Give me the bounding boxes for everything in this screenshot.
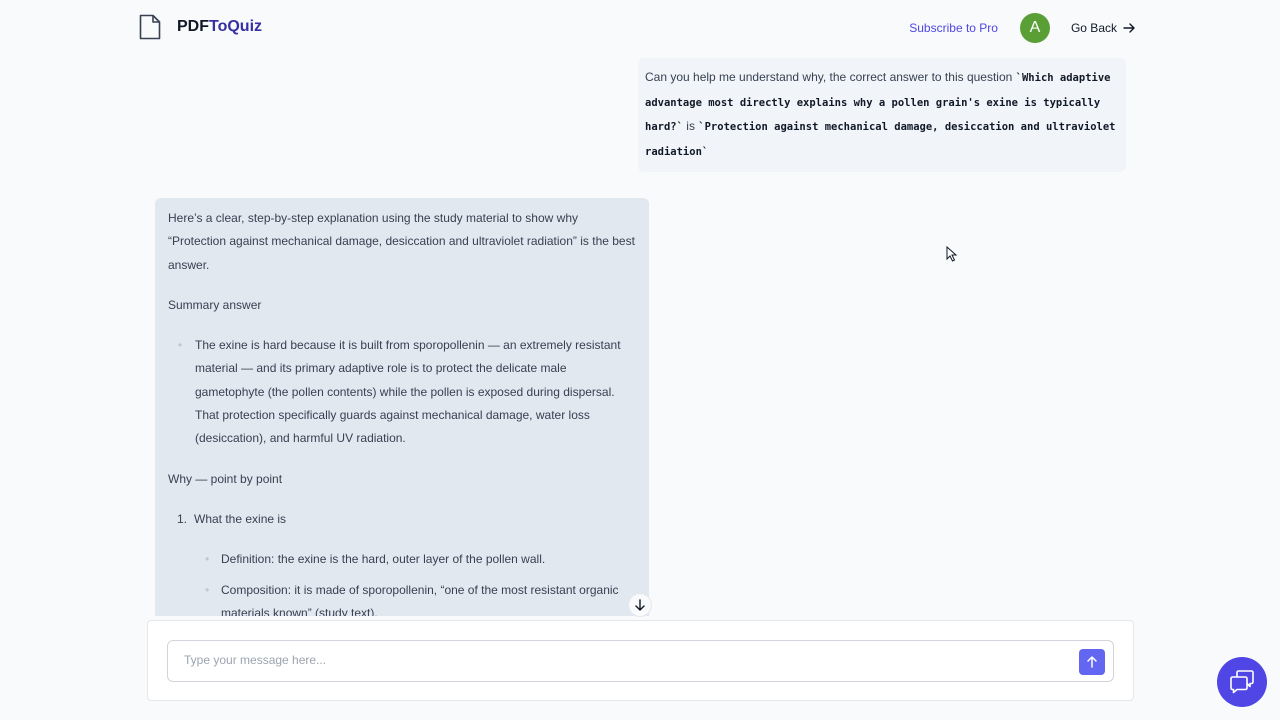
point-title: What the exine is [194,511,287,526]
app-logo[interactable]: PDFToQuiz [139,14,262,40]
document-icon [139,14,161,40]
answer-code: `Protection against mechanical damage, d… [645,121,1116,158]
user-message: Can you help me understand why, the corr… [638,58,1126,172]
app-name-prefix: PDF [177,18,209,35]
top-header: PDFToQuiz Subscribe to Pro A Go Back [0,0,1280,56]
chat-area[interactable]: Can you help me understand why, the corr… [0,56,1280,616]
user-message-text: Can you help me understand why, the corr… [645,70,1016,84]
mouse-cursor-icon [946,246,958,262]
send-button[interactable] [1079,649,1105,675]
arrow-down-icon [635,599,645,611]
go-back-label: Go Back [1070,21,1117,35]
scroll-down-button[interactable] [628,593,652,617]
subpoints-list: Definition: the exine is the hard, outer… [205,548,636,616]
go-back-button[interactable]: Go Back [1071,21,1136,35]
summary-list: The exine is hard because it is built fr… [178,334,636,450]
avatar[interactable]: A [1019,13,1050,43]
composer [147,620,1134,701]
header-actions: Subscribe to Pro A Go Back [909,13,1136,43]
summary-bullet: The exine is hard because it is built fr… [178,334,636,450]
message-input-wrapper [167,640,1114,682]
app-name: PDFToQuiz [177,18,262,36]
point-item: 1. What the exine is [177,508,636,531]
arrow-up-icon [1087,656,1097,668]
why-heading: Why — point by point [168,471,283,486]
help-chat-button[interactable] [1217,657,1267,707]
point-number: 1. [177,511,188,526]
points-list: 1. What the exine is [177,508,636,531]
chat-bubbles-icon [1230,670,1254,694]
subpoint-item: Definition: the exine is the hard, outer… [205,548,636,572]
app-name-accent: ToQuiz [209,18,263,35]
intro-paragraph: Here’s a clear, step-by-step explanation… [168,211,635,272]
user-message-text-2: is [682,119,699,133]
arrow-right-icon [1123,23,1135,33]
assistant-message: Here’s a clear, step-by-step explanation… [155,198,649,616]
summary-heading: Summary answer [168,297,262,312]
subpoint-item: Composition: it is made of sporopollenin… [205,579,636,616]
message-input[interactable] [184,653,1064,667]
subscribe-link[interactable]: Subscribe to Pro [909,21,998,35]
